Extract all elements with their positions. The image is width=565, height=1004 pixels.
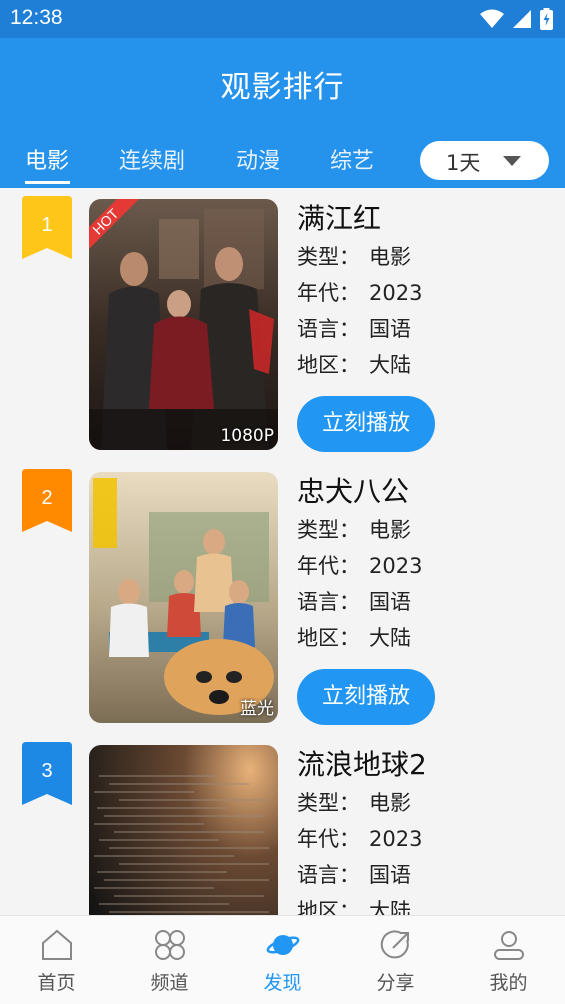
hot-badge: HOT: [89, 199, 139, 249]
language-label: 语言：: [297, 590, 360, 614]
movie-poster[interactable]: [89, 745, 278, 915]
nav-share[interactable]: 分享: [339, 916, 452, 1004]
rank-number: 1: [41, 214, 53, 236]
movie-info: 满江红 类型： 电影 年代： 2023 语言： 国语 地区： 大陆: [297, 199, 422, 383]
movie-poster[interactable]: HOT 1080P: [89, 199, 278, 450]
nav-discover-label: 发现: [263, 972, 302, 994]
type-label: 类型：: [297, 245, 360, 269]
nav-share-label: 分享: [376, 972, 415, 994]
nav-channels-label: 频道: [150, 972, 189, 994]
type-row: 类型： 电影: [297, 785, 427, 821]
list-item[interactable]: 2 蓝光 忠犬八公 类型： 电影 年代： 2023 语言： 国语 地区： 大陆 …: [0, 461, 565, 731]
tab-anime[interactable]: 动漫: [236, 143, 280, 175]
quality-label: 蓝光: [240, 699, 274, 719]
rank-number: 2: [41, 487, 53, 509]
movie-title: 忠犬八公: [297, 475, 410, 508]
quality-label: 1080P: [220, 426, 274, 446]
region-value: 大陆: [369, 626, 411, 650]
list-item[interactable]: 1 HOT 1080P 满江红 类型： 电影 年代： 2023 语言： 国语 地…: [0, 188, 565, 458]
year-row: 年代： 2023: [297, 821, 427, 857]
status-time: 12:38: [10, 6, 63, 29]
nav-profile-label: 我的: [489, 972, 528, 994]
signal-icon: [513, 10, 531, 28]
movie-info: 忠犬八公 类型： 电影 年代： 2023 语言： 国语 地区： 大陆: [297, 472, 422, 656]
year-label: 年代：: [297, 281, 360, 305]
tab-series[interactable]: 连续剧: [119, 143, 185, 175]
type-label: 类型：: [297, 518, 360, 542]
type-label: 类型：: [297, 791, 360, 815]
nav-discover[interactable]: 发现: [226, 916, 339, 1004]
year-row: 年代： 2023: [297, 548, 422, 584]
language-row: 语言： 国语: [297, 857, 427, 893]
year-value: 2023: [369, 281, 423, 305]
ranking-list[interactable]: 1 HOT 1080P 满江红 类型： 电影 年代： 2023 语言： 国语 地…: [0, 188, 565, 915]
movie-title: 流浪地球2: [297, 748, 427, 781]
rank-badge: 1: [22, 196, 72, 259]
rank-number: 3: [41, 760, 53, 782]
region-value: 大陆: [369, 899, 411, 915]
language-row: 语言： 国语: [297, 311, 422, 347]
type-row: 类型： 电影: [297, 512, 422, 548]
movie-info: 流浪地球2 类型： 电影 年代： 2023 语言： 国语 地区： 大陆: [297, 745, 427, 915]
region-row: 地区： 大陆: [297, 347, 422, 383]
play-button[interactable]: 立刻播放: [297, 396, 435, 452]
page-title: 观影排行: [220, 70, 345, 105]
region-row: 地区： 大陆: [297, 620, 422, 656]
region-label: 地区：: [297, 626, 360, 650]
nav-profile[interactable]: 我的: [452, 916, 565, 1004]
language-value: 国语: [369, 863, 411, 887]
battery-icon: [540, 8, 553, 30]
movie-poster[interactable]: 蓝光: [89, 472, 278, 723]
year-label: 年代：: [297, 827, 360, 851]
year-label: 年代：: [297, 554, 360, 578]
user-icon: [494, 931, 524, 960]
region-row: 地区： 大陆: [297, 893, 427, 915]
play-button[interactable]: 立刻播放: [297, 669, 435, 725]
app-bar: 观影排行 电影 连续剧 动漫 综艺 1天: [0, 38, 565, 188]
nav-home[interactable]: 首页: [0, 916, 113, 1004]
tab-variety[interactable]: 综艺: [330, 143, 374, 175]
nav-channels[interactable]: 频道: [113, 916, 226, 1004]
status-icons: [480, 8, 553, 30]
rank-badge: 2: [22, 469, 72, 532]
language-label: 语言：: [297, 863, 360, 887]
region-label: 地区：: [297, 899, 360, 915]
channels-icon: [155, 930, 185, 960]
type-value: 电影: [369, 245, 411, 269]
list-item[interactable]: 3 流浪地球2 类型： 电影 年代： 2023 语言： 国语 地区： 大陆: [0, 734, 565, 915]
status-bar: 12:38: [0, 0, 565, 38]
period-value: 1天: [446, 151, 481, 175]
region-label: 地区：: [297, 353, 360, 377]
language-value: 国语: [369, 590, 411, 614]
type-row: 类型： 电影: [297, 239, 422, 275]
share-icon: [380, 930, 409, 959]
rank-badge: 3: [22, 742, 72, 805]
discover-planet-icon: [266, 935, 300, 955]
language-label: 语言：: [297, 317, 360, 341]
language-value: 国语: [369, 317, 411, 341]
active-tab-indicator: [25, 181, 70, 184]
home-icon: [42, 929, 72, 960]
year-row: 年代： 2023: [297, 275, 422, 311]
chevron-down-icon: [503, 156, 521, 166]
type-value: 电影: [369, 791, 411, 815]
year-value: 2023: [369, 554, 423, 578]
period-dropdown[interactable]: 1天: [420, 141, 549, 180]
region-value: 大陆: [369, 353, 411, 377]
bottom-navigation: 首页 频道 发现 分享 我的: [0, 915, 565, 1004]
type-value: 电影: [369, 518, 411, 542]
wifi-icon: [480, 9, 504, 28]
tab-movie[interactable]: 电影: [25, 143, 69, 175]
language-row: 语言： 国语: [297, 584, 422, 620]
movie-title: 满江红: [297, 202, 382, 235]
year-value: 2023: [369, 827, 423, 851]
nav-home-label: 首页: [37, 972, 76, 994]
